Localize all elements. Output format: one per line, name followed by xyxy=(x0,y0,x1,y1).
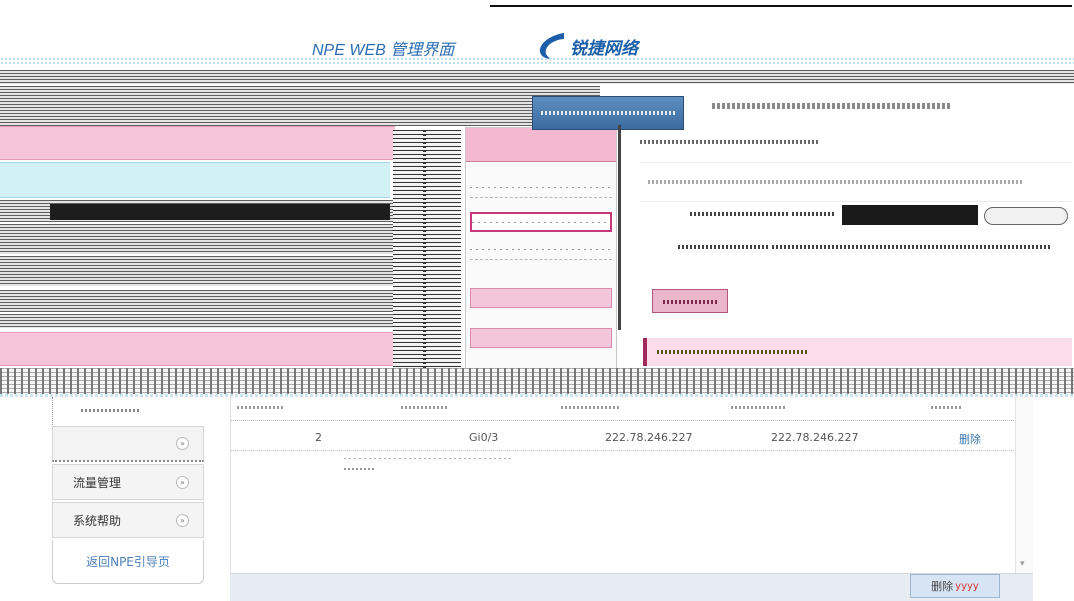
return-npe-guide-link[interactable]: 返回NPE引导页 xyxy=(52,540,204,584)
breadcrumb xyxy=(712,103,950,109)
table-cell-end-ip: 222.78.246.227 xyxy=(771,431,859,444)
mid-item[interactable] xyxy=(470,240,612,260)
sidebar-item-garbled[interactable]: » xyxy=(52,426,204,462)
pink-band xyxy=(0,126,395,160)
table-cell-index: 2 xyxy=(315,431,322,444)
page: NPE WEB 管理界面 锐捷网络 » 流量管理 » 系统帮助 » 返回NPE引… xyxy=(0,0,1074,601)
table-header xyxy=(231,397,1032,421)
sidebar-item-traffic[interactable]: 流量管理 » xyxy=(52,464,204,500)
note-bar xyxy=(640,162,1072,202)
mid-item-selected[interactable] xyxy=(470,212,612,232)
form-label xyxy=(690,212,790,216)
top-rule xyxy=(490,5,1072,7)
table-scrollbar[interactable] xyxy=(1015,397,1033,573)
mid-item[interactable] xyxy=(470,178,612,198)
panel-title xyxy=(640,140,820,144)
header-dotted-band xyxy=(0,57,1074,65)
search-field[interactable] xyxy=(50,204,390,220)
nat-table: 2 Gi0/3 222.78.246.227 222.78.246.227 删除 xyxy=(230,397,1033,573)
pink-band-2 xyxy=(0,332,395,366)
table-row-fragment xyxy=(344,458,514,476)
delete-button[interactable]: 删除 yyyy xyxy=(910,574,1000,598)
nat-section-header xyxy=(643,338,1072,366)
mid-item[interactable] xyxy=(470,328,612,348)
header-band xyxy=(0,70,1074,84)
section-header-strip xyxy=(0,368,1074,394)
form-input[interactable] xyxy=(842,205,978,225)
sidebar-item-label: 流量管理 xyxy=(73,475,122,490)
chevron-down-icon: » xyxy=(176,475,189,489)
form-select[interactable] xyxy=(984,207,1068,225)
cyan-band xyxy=(0,162,390,198)
sidebar-gutter xyxy=(204,397,224,597)
chevron-down-icon: » xyxy=(176,437,189,450)
mid-panel xyxy=(465,127,617,375)
form-radio[interactable] xyxy=(792,212,836,216)
table-cell-start-ip: 222.78.246.227 xyxy=(605,431,693,444)
mid-item[interactable] xyxy=(470,288,612,308)
sidebar-header xyxy=(52,397,210,427)
sidebar-item-label: 系统帮助 xyxy=(73,513,122,528)
sidebar-item-help[interactable]: 系统帮助 » xyxy=(52,502,204,538)
form-input[interactable] xyxy=(772,245,1052,249)
tab-active[interactable] xyxy=(532,96,684,130)
table-cell-interface: Gi0/3 xyxy=(469,431,499,444)
table-row: 2 Gi0/3 222.78.246.227 222.78.246.227 删除 xyxy=(231,423,1032,451)
brand-name: 锐捷网络 xyxy=(570,38,638,59)
gray-band-1 xyxy=(0,224,395,254)
row-delete-link[interactable]: 删除 xyxy=(959,431,981,447)
content-divider xyxy=(618,125,621,330)
save-settings-button[interactable] xyxy=(652,289,728,313)
mid-panel-header xyxy=(466,128,616,162)
gray-band-3 xyxy=(0,290,395,312)
delete-button-suffix: yyyy xyxy=(955,580,979,592)
nav-band xyxy=(0,86,600,126)
delete-button-label: 删除 xyxy=(931,580,954,593)
form-label xyxy=(678,245,770,249)
gray-band-4 xyxy=(0,314,395,328)
menu-column[interactable] xyxy=(393,130,461,375)
gray-band-2 xyxy=(0,256,395,286)
chevron-down-icon: » xyxy=(176,513,189,527)
